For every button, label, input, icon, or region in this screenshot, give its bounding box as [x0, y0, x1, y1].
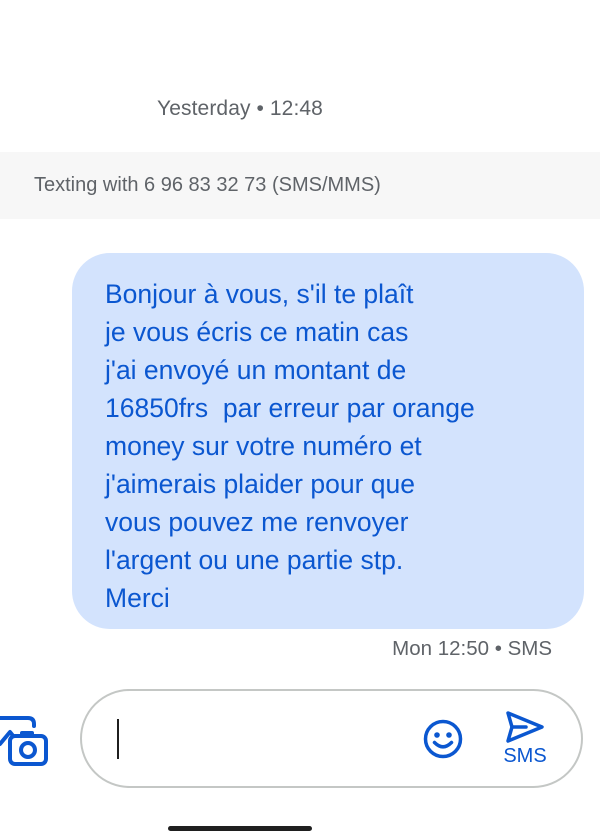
conversation-screen: Yesterday • 12:48 Texting with 6 96 83 3…: [0, 0, 600, 840]
message-input[interactable]: [118, 715, 408, 761]
message-text: Bonjour à vous, s'il te plaît je vous éc…: [105, 279, 475, 613]
texting-banner-text: Texting with 6 96 83 32 73 (SMS/MMS): [34, 174, 381, 196]
home-indicator[interactable]: [168, 826, 312, 831]
send-button-label: SMS: [503, 745, 547, 767]
date-header: Yesterday • 12:48: [157, 97, 323, 120]
gallery-camera-icon[interactable]: [0, 712, 50, 768]
text-cursor: [117, 719, 119, 759]
compose-box[interactable]: SMS: [80, 689, 583, 788]
emoji-smile-icon[interactable]: [422, 718, 464, 760]
send-arrow-icon: [506, 711, 544, 743]
texting-banner: Texting with 6 96 83 32 73 (SMS/MMS): [0, 152, 600, 219]
send-button[interactable]: SMS: [492, 709, 558, 771]
outgoing-message-bubble[interactable]: Bonjour à vous, s'il te plaît je vous éc…: [72, 253, 584, 629]
message-status: Mon 12:50 • SMS: [392, 637, 552, 660]
